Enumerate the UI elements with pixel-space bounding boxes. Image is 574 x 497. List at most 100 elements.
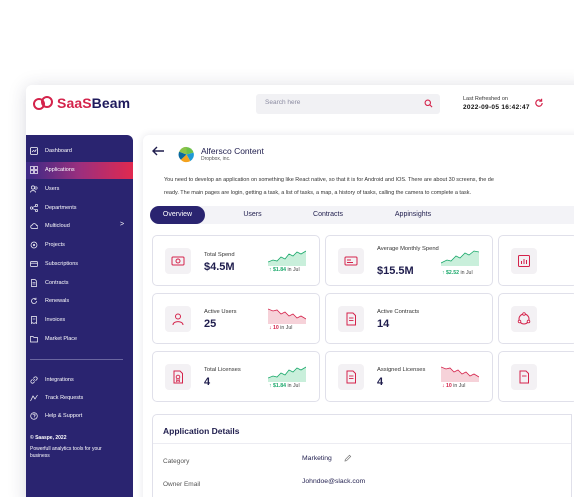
application-details-title: Application Details	[163, 426, 240, 436]
sidebar-item-projects[interactable]: Projects	[26, 237, 133, 254]
tagline-text: Powerfull analytics tools for your busin…	[30, 446, 102, 459]
sidebar-item-help-support[interactable]: Help & Support	[26, 408, 133, 425]
sidebar-item-label: Renewals	[45, 298, 70, 304]
sidebar-item-dashboard[interactable]: Dashboard	[26, 143, 133, 160]
renewals-icon	[31, 297, 37, 304]
sidebar-item-market-place[interactable]: Market Place	[26, 331, 133, 348]
sidebar-item-applications[interactable]: Applications	[26, 162, 133, 179]
trend-value: $1.84	[273, 383, 287, 389]
card-assigned-licenses[interactable]: Assigned Licenses 4 ↓ 10 in Jul	[325, 351, 493, 402]
divider	[153, 443, 571, 444]
folder-icon	[30, 336, 38, 343]
card-active-users[interactable]: Active Users 25 ↓ 10 in Jul	[152, 293, 320, 344]
card-total-licenses[interactable]: Total Licenses 4 ↑ $1.84 in Jul	[152, 351, 320, 402]
top-header: SaaSBeam Search here Last Refreshed on 2…	[26, 85, 574, 125]
search-placeholder: Search here	[265, 99, 301, 106]
logo-prefix: SaaS	[57, 95, 92, 111]
trend-value: 10	[273, 325, 279, 331]
sparkline-down	[441, 366, 479, 382]
sidebar-item-subscriptions[interactable]: Subscriptions	[26, 256, 133, 273]
back-arrow-icon[interactable]	[151, 146, 165, 156]
money-icon	[171, 256, 185, 266]
refresh-icon[interactable]	[534, 98, 544, 108]
sidebar-item-integrations[interactable]: Integrations	[26, 372, 133, 389]
trend-suffix: in Jul	[287, 383, 300, 389]
cycle-icon	[517, 312, 531, 325]
sidebar-item-renewals[interactable]: Renewals	[26, 293, 133, 310]
tab-appinsights[interactable]: Appinsights	[382, 206, 444, 224]
card-trend: ↓ 10 in Jul	[442, 383, 465, 389]
detail-value-category: Marketing	[302, 455, 332, 462]
sidebar-item-track-requests[interactable]: Track Requests	[26, 390, 133, 407]
card-partial[interactable]	[498, 293, 574, 344]
card-value: 4	[377, 376, 384, 388]
search-icon[interactable]	[424, 99, 433, 108]
sidebar-item-departments[interactable]: Departments	[26, 200, 133, 217]
sidebar-item-multicloud[interactable]: Multicloud >	[26, 218, 133, 235]
money-icon	[344, 256, 358, 266]
card-icon-box	[511, 248, 537, 274]
last-refreshed-time: 2022-09-05 16:42:47	[463, 104, 530, 111]
invoices-icon	[31, 316, 37, 324]
help-icon	[30, 412, 38, 420]
cloud-icon	[30, 223, 38, 229]
sidebar-item-label: Multicloud	[45, 223, 70, 229]
trend-value: 10	[446, 383, 452, 389]
card-value: 25	[204, 318, 217, 330]
sidebar-item-label: Applications	[45, 167, 75, 173]
card-label: Total Spend	[204, 252, 235, 258]
sidebar-item-label: Invoices	[45, 317, 66, 323]
card-label: Active Users	[204, 309, 237, 315]
projects-icon	[30, 241, 38, 249]
sidebar-item-invoices[interactable]: Invoices	[26, 312, 133, 329]
bar-chart-icon	[518, 255, 530, 267]
card-label: Active Contracts	[377, 309, 420, 315]
sparkline-up	[441, 250, 479, 266]
sparkline-down	[268, 308, 306, 324]
departments-icon	[30, 204, 38, 212]
card-average-monthly-spend[interactable]: Average Monthly Spend $15.5M ↑ $2.52 in …	[325, 235, 493, 286]
card-active-contracts[interactable]: Active Contracts 14	[325, 293, 493, 344]
card-icon-box	[338, 248, 364, 274]
license-icon	[173, 370, 183, 384]
card-icon-box	[165, 364, 191, 390]
chevron-right-icon[interactable]: >	[120, 221, 124, 228]
detail-label-category: Category	[163, 458, 190, 465]
track-icon	[30, 394, 38, 402]
logo-mark-icon	[33, 96, 53, 110]
card-icon-box	[338, 306, 364, 332]
edit-icon[interactable]	[344, 454, 352, 462]
saasbeam-logo[interactable]: SaaSBeam	[32, 95, 130, 111]
card-value: 4	[204, 376, 211, 388]
sidebar: Dashboard Applications Users Departments…	[26, 135, 133, 497]
card-value: 14	[377, 318, 390, 330]
license-icon	[346, 370, 356, 384]
card-icon-box	[165, 306, 191, 332]
tab-contracts[interactable]: Contracts	[298, 206, 358, 224]
tab-bar: Overview Users Contracts Appinsights	[150, 206, 574, 224]
card-partial[interactable]	[498, 235, 574, 286]
user-icon	[172, 313, 184, 326]
tab-users[interactable]: Users	[225, 206, 280, 224]
sidebar-item-label: Market Place	[45, 336, 78, 342]
sidebar-item-label: Contracts	[45, 280, 69, 286]
card-total-spend[interactable]: Total Spend $4.5M ↑ $1.84 in Jul	[152, 235, 320, 286]
card-value: $4.5M	[204, 261, 235, 273]
card-partial[interactable]	[498, 351, 574, 402]
trend-suffix: in Jul	[280, 325, 293, 331]
description-line: ready. The main pages are login, getting…	[164, 189, 472, 196]
trend-suffix: in Jul	[453, 383, 466, 389]
sidebar-item-users[interactable]: Users	[26, 181, 133, 198]
trend-suffix: in Jul	[460, 270, 473, 276]
description-line: You need to develop an application on so…	[164, 177, 494, 183]
card-label: Average Monthly Spend	[377, 246, 439, 252]
trend-value: $1.84	[273, 267, 287, 273]
card-trend: ↓ 10 in Jul	[269, 325, 292, 331]
tab-overview[interactable]: Overview	[150, 206, 205, 224]
contract-icon	[346, 312, 356, 326]
search-input[interactable]: Search here	[256, 94, 440, 114]
sidebar-item-contracts[interactable]: Contracts	[26, 275, 133, 292]
card-icon-box	[511, 364, 537, 390]
alfresco-logo-icon	[178, 146, 195, 163]
sidebar-divider	[30, 359, 123, 360]
